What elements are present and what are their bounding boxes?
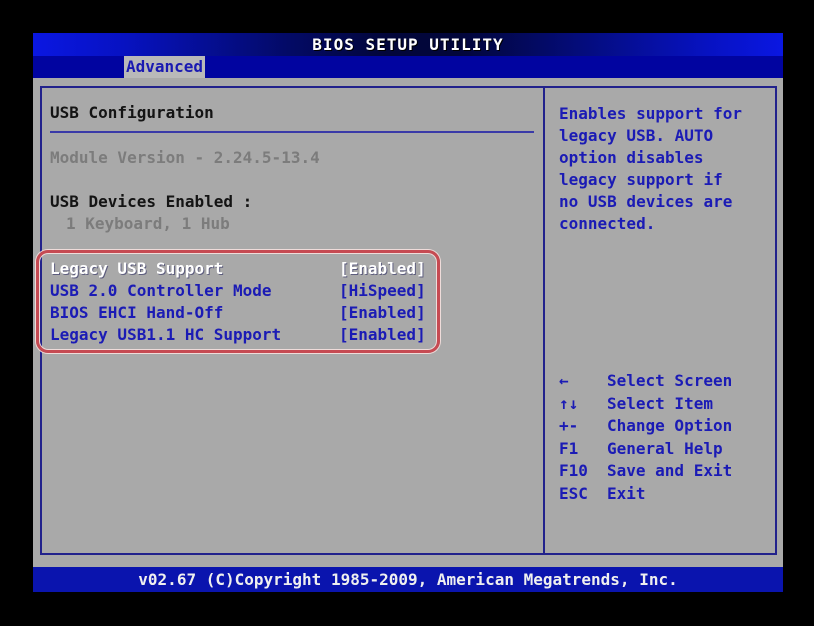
legend-action: Exit xyxy=(607,484,646,503)
option-label: Legacy USB Support xyxy=(50,259,223,278)
tab-advanced[interactable]: Advanced xyxy=(124,56,205,78)
f1-key: F1 xyxy=(559,438,607,461)
content-frame: USB Configuration Module Version - 2.24.… xyxy=(40,86,777,555)
help-line: option disables xyxy=(559,147,742,169)
panel-divider xyxy=(543,88,545,553)
module-version: Module Version - 2.24.5-13.4 xyxy=(50,148,320,167)
esc-key: ESC xyxy=(559,483,607,506)
option-label: Legacy USB1.1 HC Support xyxy=(50,325,281,344)
legend-action: Select Screen xyxy=(607,371,732,390)
up-down-arrows-icon: ↑↓ xyxy=(559,393,607,416)
key-legend: ←Select Screen ↑↓Select Item +-Change Op… xyxy=(559,370,732,506)
option-value: [HiSpeed] xyxy=(339,281,426,300)
legend-row-save-and-exit: F10Save and Exit xyxy=(559,460,732,483)
legend-row-select-screen: ←Select Screen xyxy=(559,370,732,393)
app-title: BIOS SETUP UTILITY xyxy=(312,35,503,54)
help-line: no USB devices are xyxy=(559,191,742,213)
plus-minus-keys: +- xyxy=(559,415,607,438)
options-list: Legacy USB Support [Enabled] USB 2.0 Con… xyxy=(50,259,530,347)
legend-row-change-option: +-Change Option xyxy=(559,415,732,438)
option-value: [Enabled] xyxy=(339,325,426,344)
f10-key: F10 xyxy=(559,460,607,483)
section-rule xyxy=(50,131,534,133)
help-line: connected. xyxy=(559,213,742,235)
bios-screen: BIOS SETUP UTILITY Advanced USB Configur… xyxy=(0,0,814,626)
legend-action: Change Option xyxy=(607,416,732,435)
help-line: Enables support for xyxy=(559,103,742,125)
title-bar: BIOS SETUP UTILITY xyxy=(33,33,783,56)
copyright-text: v02.67 (C)Copyright 1985-2009, American … xyxy=(138,570,677,589)
legend-row-exit: ESCExit xyxy=(559,483,732,506)
help-line: legacy support if xyxy=(559,169,742,191)
option-label: BIOS EHCI Hand-Off xyxy=(50,303,223,322)
usb-devices-value: 1 Keyboard, 1 Hub xyxy=(66,214,230,233)
legend-row-select-item: ↑↓Select Item xyxy=(559,393,732,416)
screen-body: USB Configuration Module Version - 2.24.… xyxy=(33,78,783,567)
option-label: USB 2.0 Controller Mode xyxy=(50,281,272,300)
usb-devices-heading: USB Devices Enabled : xyxy=(50,192,252,211)
option-value: [Enabled] xyxy=(339,303,426,322)
legend-action: Save and Exit xyxy=(607,461,732,480)
legend-row-general-help: F1General Help xyxy=(559,438,732,461)
option-legacy-usb11-hc-support[interactable]: Legacy USB1.1 HC Support [Enabled] xyxy=(50,325,530,347)
option-bios-ehci-hand-off[interactable]: BIOS EHCI Hand-Off [Enabled] xyxy=(50,303,530,325)
left-arrow-icon: ← xyxy=(559,370,607,393)
help-line: legacy USB. AUTO xyxy=(559,125,742,147)
menu-tab-bar: Advanced xyxy=(33,56,783,78)
legend-action: Select Item xyxy=(607,394,713,413)
option-usb2-controller-mode[interactable]: USB 2.0 Controller Mode [HiSpeed] xyxy=(50,281,530,303)
option-legacy-usb-support[interactable]: Legacy USB Support [Enabled] xyxy=(50,259,530,281)
option-value: [Enabled] xyxy=(339,259,426,278)
section-title: USB Configuration xyxy=(50,103,214,122)
help-description: Enables support for legacy USB. AUTO opt… xyxy=(559,103,742,235)
copyright-bar: v02.67 (C)Copyright 1985-2009, American … xyxy=(33,567,783,592)
legend-action: General Help xyxy=(607,439,723,458)
